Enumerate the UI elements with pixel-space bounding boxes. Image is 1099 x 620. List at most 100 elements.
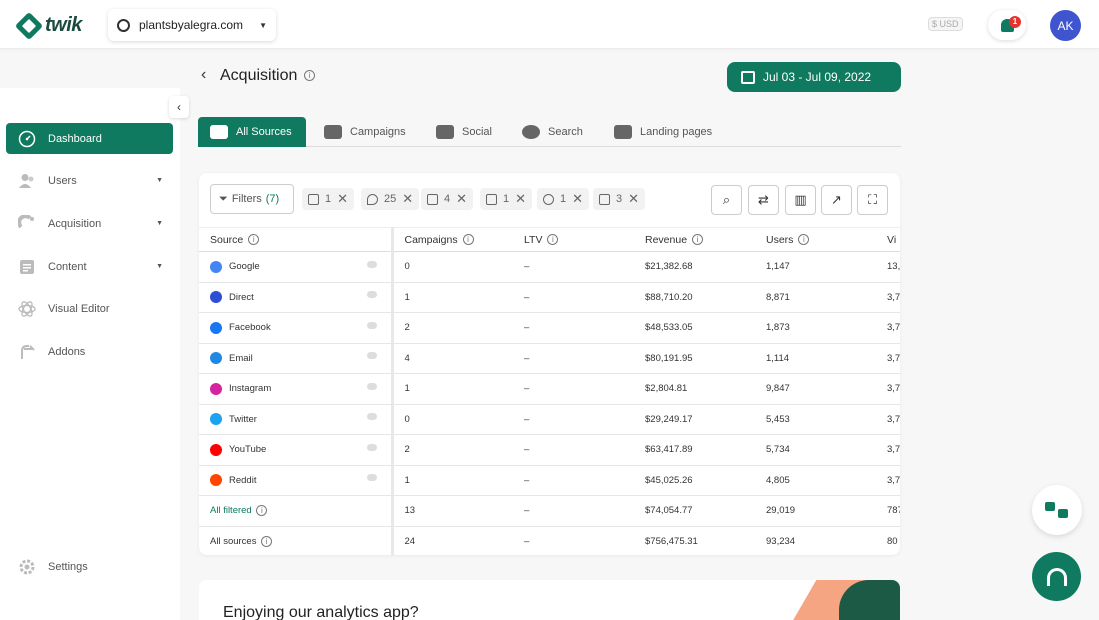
ltv-cell: – bbox=[513, 373, 634, 405]
site-selector[interactable]: plantsbyalegra.com ▼ bbox=[108, 9, 276, 41]
info-icon[interactable]: i bbox=[547, 234, 559, 246]
date-range-button[interactable]: Jul 03 - Jul 09, 2022 bbox=[727, 62, 901, 92]
avatar[interactable]: AK bbox=[1050, 10, 1081, 41]
source-cell[interactable]: Twitter bbox=[199, 404, 394, 435]
sidebar-item-settings[interactable]: Settings bbox=[6, 551, 173, 582]
feedback-button[interactable] bbox=[1032, 485, 1082, 535]
close-icon[interactable]: ✕ bbox=[572, 191, 583, 207]
info-icon[interactable]: i bbox=[798, 234, 810, 246]
campaigns-cell: 1 bbox=[392, 373, 513, 405]
filter-chip-language[interactable]: 4 ✕ bbox=[421, 188, 474, 210]
filter-chip-device[interactable]: 1 ✕ bbox=[302, 188, 355, 210]
sidebar-item-visual-editor[interactable]: Visual Editor bbox=[6, 293, 173, 324]
table-row[interactable]: Facebook 2– $48,533.05 1,873 3,7 bbox=[199, 312, 900, 344]
visits-cell: 3,7 bbox=[876, 282, 900, 313]
source-cell[interactable]: Reddit bbox=[199, 465, 394, 496]
users-cell: 1,114 bbox=[755, 343, 876, 374]
revenue-cell: $63,417.89 bbox=[634, 434, 755, 466]
sidebar-item-content[interactable]: Content ▼ bbox=[6, 251, 173, 282]
currency-badge[interactable]: $ USD bbox=[928, 17, 963, 31]
info-icon[interactable]: i bbox=[462, 234, 474, 246]
column-header-revenue[interactable]: Revenue i bbox=[634, 227, 755, 252]
source-cell[interactable]: YouTube bbox=[199, 434, 394, 466]
layers-icon bbox=[486, 193, 497, 205]
close-icon[interactable]: ✕ bbox=[628, 191, 639, 207]
table-row[interactable]: Twitter 0– $29,249.17 5,453 3,7 bbox=[199, 404, 900, 435]
search-icon bbox=[522, 125, 540, 139]
users-cell: 1,873 bbox=[755, 312, 876, 344]
column-header-ltv[interactable]: LTV i bbox=[513, 227, 634, 252]
source-cell[interactable]: Facebook bbox=[199, 312, 394, 344]
table-row[interactable]: Google 0–$21,382.681,14713,7 bbox=[199, 251, 900, 283]
facebook-icon bbox=[210, 321, 222, 334]
close-icon[interactable]: ✕ bbox=[402, 191, 413, 207]
collapse-sidebar-button[interactable]: ‹ bbox=[169, 96, 189, 118]
info-icon[interactable]: i bbox=[261, 535, 273, 547]
back-icon[interactable]: ‹ bbox=[201, 66, 206, 84]
filter-chip-globe[interactable]: 1 ✕ bbox=[537, 188, 590, 210]
table-row[interactable]: Email 4– $80,191.95 1,114 3,7 bbox=[199, 343, 900, 374]
twitter-icon bbox=[210, 413, 222, 426]
tab-social[interactable]: Social bbox=[424, 117, 504, 147]
tab-campaigns[interactable]: Campaigns bbox=[312, 117, 418, 147]
notifications-button[interactable]: 1 bbox=[988, 10, 1026, 40]
source-cell[interactable]: Google bbox=[199, 251, 394, 283]
revenue-cell: $2,804.81 bbox=[634, 373, 755, 405]
megaphone-icon bbox=[324, 125, 342, 139]
filter-chip-calendar[interactable]: 3 ✕ bbox=[593, 188, 646, 210]
table-search-button[interactable]: ⌕ bbox=[711, 185, 742, 215]
tab-landing-pages[interactable]: Landing pages bbox=[602, 117, 724, 147]
table-row[interactable]: YouTube 2– $63,417.89 5,734 3,7 bbox=[199, 434, 900, 466]
close-icon[interactable]: ✕ bbox=[337, 191, 348, 207]
filter-chip-layers[interactable]: 1 ✕ bbox=[480, 188, 533, 210]
thumbs-icon bbox=[1045, 502, 1068, 518]
globe-icon bbox=[117, 18, 130, 32]
filter-chip-location[interactable]: 25 ✕ bbox=[361, 188, 420, 210]
support-chat-button[interactable] bbox=[1032, 552, 1081, 601]
cloud-icon bbox=[366, 291, 377, 299]
direct-icon bbox=[210, 291, 222, 304]
sidebar-item-addons[interactable]: Addons bbox=[6, 336, 173, 367]
info-icon[interactable]: i bbox=[248, 234, 260, 246]
users-cell: 5,734 bbox=[755, 434, 876, 466]
info-icon[interactable]: i bbox=[303, 70, 315, 82]
caret-down-icon: ▼ bbox=[156, 177, 163, 184]
info-icon[interactable]: i bbox=[256, 505, 268, 517]
export-button[interactable]: ↗ bbox=[821, 185, 852, 215]
campaigns-cell: 13 bbox=[392, 495, 513, 527]
close-icon[interactable]: ✕ bbox=[456, 191, 467, 207]
sidebar-item-label: Content bbox=[48, 260, 87, 273]
tab-all-sources[interactable]: All Sources bbox=[198, 117, 306, 147]
sidebar-item-acquisition[interactable]: Acquisition ▼ bbox=[6, 208, 173, 239]
table-row[interactable]: Instagram 1– $2,804.81 9,847 3,7 bbox=[199, 373, 900, 405]
column-header-source[interactable]: Source i bbox=[199, 227, 394, 252]
magnet-icon bbox=[18, 214, 36, 233]
visits-cell: 3,7 bbox=[876, 465, 900, 496]
sidebar-item-dashboard[interactable]: Dashboard bbox=[6, 123, 173, 154]
info-icon[interactable]: i bbox=[691, 234, 703, 246]
tab-label: Social bbox=[462, 126, 492, 138]
tab-search[interactable]: Search bbox=[510, 117, 595, 147]
sidebar-item-label: Visual Editor bbox=[48, 302, 110, 315]
cloud-icon bbox=[366, 352, 377, 360]
visits-cell: 13,7 bbox=[876, 251, 900, 283]
source-cell[interactable]: Email bbox=[199, 343, 394, 374]
close-icon[interactable]: ✕ bbox=[515, 191, 526, 207]
sidebar-item-users[interactable]: Users ▼ bbox=[6, 165, 173, 196]
column-header-visits[interactable]: Vi bbox=[876, 227, 900, 252]
source-cell[interactable]: Instagram bbox=[199, 373, 394, 405]
filters-button[interactable]: ⏷ Filters (7) bbox=[210, 184, 294, 214]
compare-button[interactable]: ⇄ bbox=[748, 185, 779, 215]
visits-cell: 3,7 bbox=[876, 373, 900, 405]
reddit-icon bbox=[210, 474, 222, 487]
source-cell[interactable]: Direct bbox=[199, 282, 394, 313]
column-header-users[interactable]: Users i bbox=[755, 227, 876, 252]
table-row[interactable]: Reddit 1– $45,025.26 4,805 3,7 bbox=[199, 465, 900, 496]
table-row[interactable]: Direct 1– $88,710.20 8,871 3,7 bbox=[199, 282, 900, 313]
ltv-cell: – bbox=[513, 251, 634, 283]
chip-value: 4 bbox=[444, 193, 451, 205]
logo[interactable]: twik bbox=[14, 11, 82, 40]
fullscreen-button[interactable]: ⛶ bbox=[857, 185, 888, 215]
columns-button[interactable]: ▥ bbox=[785, 185, 816, 215]
column-header-campaigns[interactable]: Campaigns i bbox=[392, 227, 513, 252]
